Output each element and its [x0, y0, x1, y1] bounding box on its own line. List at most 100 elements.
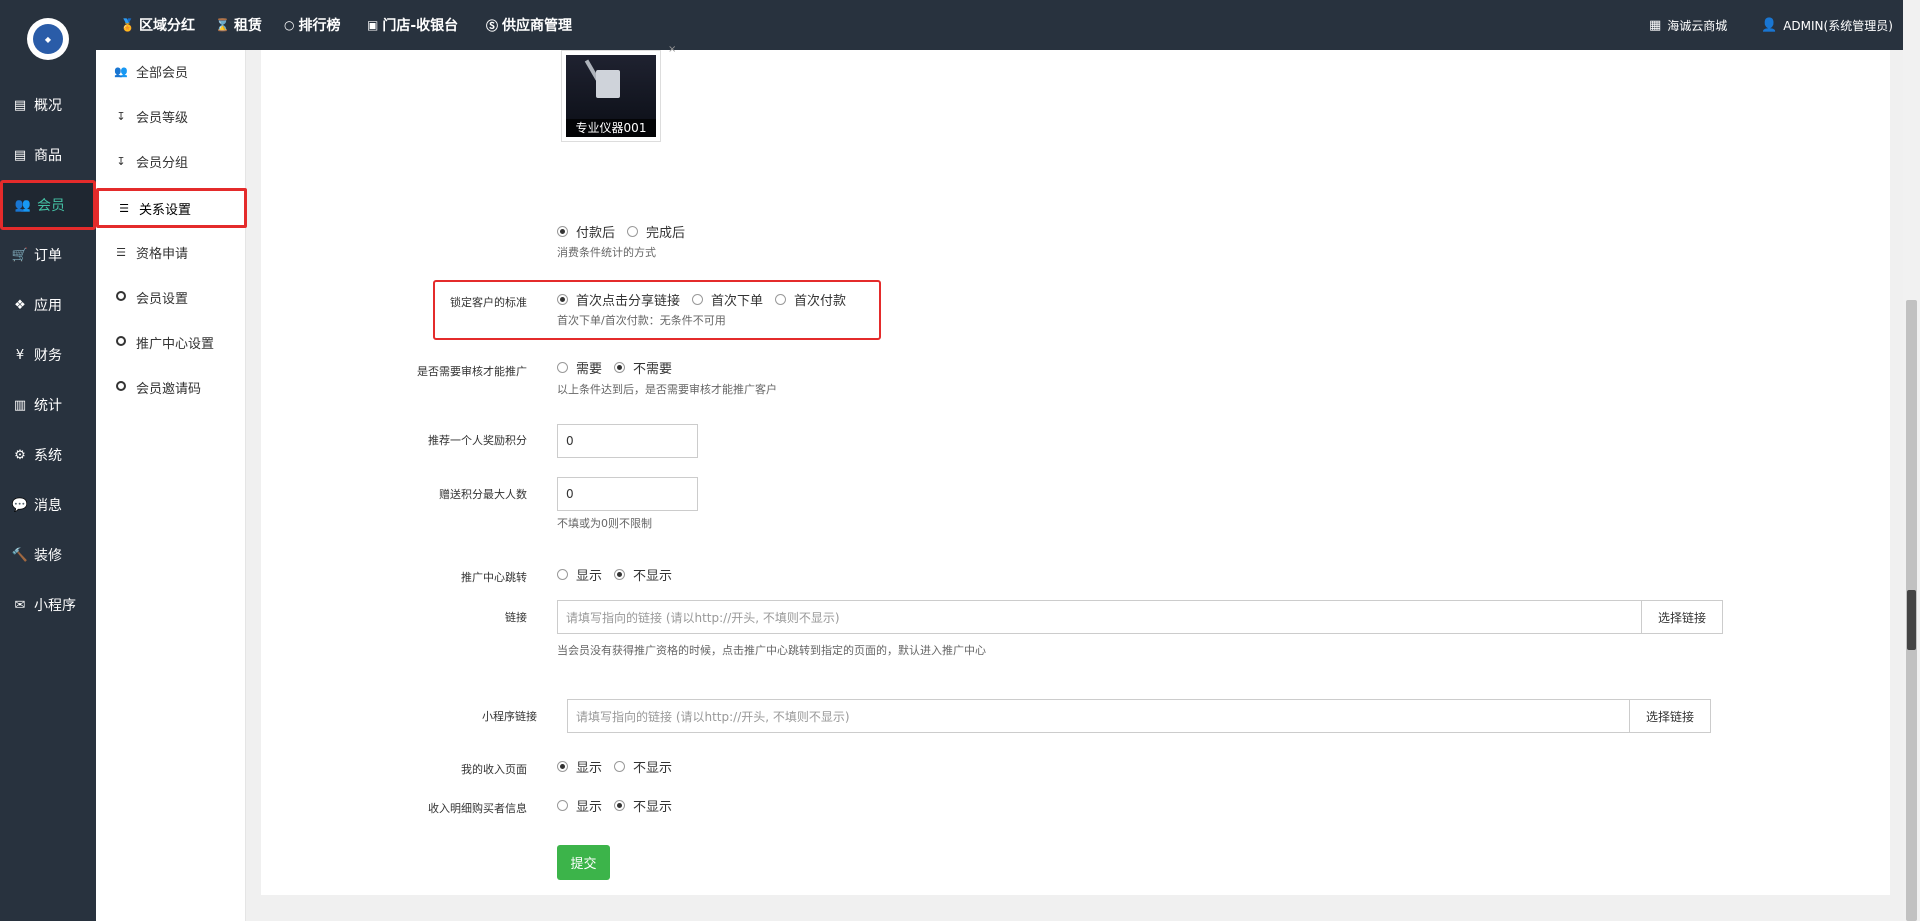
buyer-info-radios: 显示 不显示 [557, 796, 684, 815]
member-subnav: 👥 全部会员 ↧ 会员等级 ↧ 会员分组 ☰ 关系设置 ☰ 资格申请 会员设置 推广中心设… [96, 50, 247, 921]
medal-icon: 🏅 [120, 18, 135, 32]
link-input[interactable]: 请填写指向的链接 (请以http://开头, 不填则不显示) [557, 600, 1642, 634]
yen-icon: ¥ [15, 347, 25, 363]
radio-after-complete[interactable]: 完成后 [627, 222, 685, 241]
archive-icon: ▤ [13, 147, 27, 163]
top-header: 🏅 区域分红 ⌛ 租赁 ○ 排行榜 ▣ 门店-收银台 Ⓢ 供应商管理 ▦ 海诚云商城 👤 AD… [96, 0, 1920, 50]
subnav-all-members[interactable]: 👥 全部会员 [96, 51, 246, 91]
income-radios: 显示 不显示 [557, 757, 684, 776]
inbox-icon: ▤ [13, 97, 27, 113]
max-people-label: 赠送积分最大人数 [439, 488, 527, 501]
logo[interactable]: ◆ [27, 18, 69, 60]
buyer-info-label: 收入明细购买者信息 [428, 802, 527, 815]
radio-first-payment[interactable]: 首次付款 [775, 290, 846, 309]
radio-income-hide[interactable]: 不显示 [614, 757, 672, 776]
main-sidebar: ◆ ▤ 概况 ▤ 商品 👥 会员 🛒 订单 ❖ 应用 ¥ 财务 ▥ 统计 ⚙ 系统 💬 消息 🔨 装… [0, 0, 96, 921]
radio-first-order[interactable]: 首次下单 [692, 290, 763, 309]
dashboard-icon: ▦ [1649, 17, 1662, 33]
users-icon: 👥 [14, 197, 32, 213]
link-label: 链接 [505, 611, 527, 624]
cash-icon: ▣ [367, 18, 379, 32]
cubes-icon: ❖ [14, 297, 26, 313]
subnav-qualification-apply[interactable]: ☰ 资格申请 [96, 232, 246, 272]
consume-help: 消费条件统计的方式 [557, 246, 656, 259]
cogs-icon: ⚙ [14, 447, 26, 463]
user-icon: 👤 [1761, 17, 1778, 33]
remove-product-icon[interactable]: × [668, 44, 676, 55]
lock-standard-radios: 首次点击分享链接 首次下单 首次付款 [557, 290, 858, 309]
subnav-member-groups[interactable]: ↧ 会员分组 [96, 141, 246, 181]
top-link-region-dividend[interactable]: 🏅 区域分红 [120, 0, 195, 50]
radio-buyer-show[interactable]: 显示 [557, 796, 602, 815]
hourglass-icon: ⌛ [215, 18, 230, 32]
comment-icon: 💬 [11, 497, 29, 513]
mini-link-label: 小程序链接 [482, 710, 537, 723]
subnav-member-settings[interactable]: 会员设置 [96, 277, 246, 317]
sliders-icon: ☰ [116, 245, 126, 259]
nav-item-system[interactable]: ⚙ 系统 [0, 430, 96, 480]
choose-link-button[interactable]: 选择链接 [1641, 600, 1723, 634]
max-people-input[interactable]: 0 [557, 477, 698, 511]
radio-after-payment[interactable]: 付款后 [557, 222, 615, 241]
cart-icon: 🛒 [11, 247, 29, 263]
reward-points-input[interactable]: 0 [557, 424, 698, 458]
mini-choose-link-button[interactable]: 选择链接 [1629, 699, 1711, 733]
submit-button[interactable]: 提交 [557, 845, 610, 880]
jump-radios: 显示 不显示 [557, 565, 684, 584]
bar-chart-icon: ▥ [13, 397, 27, 413]
nav-item-goods[interactable]: ▤ 商品 [0, 130, 96, 180]
lock-standard-highlight [433, 280, 881, 340]
circle-icon [114, 380, 128, 394]
nav-item-orders[interactable]: 🛒 订单 [0, 230, 96, 280]
subnav-invite-code[interactable]: 会员邀请码 [96, 367, 246, 407]
users-icon: 👥 [114, 64, 128, 78]
nav-item-member[interactable]: 👥 会员 [0, 180, 96, 230]
sort-amount-icon: ↧ [116, 109, 126, 123]
jump-label: 推广中心跳转 [461, 571, 527, 584]
page-scrollbar[interactable] [1903, 0, 1920, 921]
subnav-relation-settings[interactable]: ☰ 关系设置 [96, 188, 247, 228]
shop-switch[interactable]: ▦ 海诚云商城 [1649, 0, 1727, 50]
nav-item-miniprogram[interactable]: ✉ 小程序 [0, 580, 96, 630]
mini-link-input[interactable]: 请填写指向的链接 (请以http://开头, 不填则不显示) [567, 699, 1630, 733]
circle-icon [114, 335, 128, 349]
nav-item-stats[interactable]: ▥ 统计 [0, 380, 96, 430]
circle-icon: ○ [284, 18, 295, 32]
top-link-store-cashier[interactable]: ▣ 门店-收银台 [367, 0, 458, 50]
radio-income-show[interactable]: 显示 [557, 757, 602, 776]
link-help: 当会员没有获得推广资格的时候，点击推广中心跳转到指定的页面的，默认进入推广中心 [557, 644, 986, 657]
product-caption: 专业仪器001 [566, 119, 656, 137]
top-link-ranking[interactable]: ○ 排行榜 [284, 0, 340, 50]
nav-item-apps[interactable]: ❖ 应用 [0, 280, 96, 330]
top-link-supplier[interactable]: Ⓢ 供应商管理 [486, 0, 572, 50]
subnav-member-levels[interactable]: ↧ 会员等级 [96, 96, 246, 136]
radio-jump-show[interactable]: 显示 [557, 565, 602, 584]
lock-standard-help: 首次下单/首次付款：无条件不可用 [557, 314, 726, 327]
subnav-promo-center-settings[interactable]: 推广中心设置 [96, 322, 246, 362]
reward-label: 推荐一个人奖励积分 [428, 434, 527, 447]
radio-audit-no[interactable]: 不需要 [614, 358, 672, 377]
income-label: 我的收入页面 [461, 763, 527, 776]
wechat-icon: ✉ [14, 597, 26, 613]
top-link-rental[interactable]: ⌛ 租赁 [215, 0, 262, 50]
audit-label: 是否需要审核才能推广 [417, 365, 527, 378]
audit-radios: 需要 不需要 [557, 358, 684, 377]
user-menu[interactable]: 👤 ADMIN(系统管理员) [1761, 0, 1893, 50]
audit-help: 以上条件达到后，是否需要审核才能推广客户 [557, 383, 777, 396]
product-thumbnail[interactable]: 专业仪器001 [561, 50, 661, 142]
gavel-icon: 🔨 [11, 547, 29, 563]
product-image: 专业仪器001 [566, 55, 656, 137]
nav-item-overview[interactable]: ▤ 概况 [0, 80, 96, 130]
circle-icon [114, 290, 128, 304]
radio-first-click-share[interactable]: 首次点击分享链接 [557, 290, 680, 309]
skype-icon: Ⓢ [486, 18, 499, 33]
nav-item-finance[interactable]: ¥ 财务 [0, 330, 96, 380]
logo-mark: ◆ [33, 24, 63, 54]
radio-audit-yes[interactable]: 需要 [557, 358, 602, 377]
radio-jump-hide[interactable]: 不显示 [614, 565, 672, 584]
max-people-help: 不填或为0则不限制 [557, 517, 652, 530]
scroll-handle[interactable] [1907, 590, 1916, 650]
radio-buyer-hide[interactable]: 不显示 [614, 796, 672, 815]
nav-item-decorate[interactable]: 🔨 装修 [0, 530, 96, 580]
nav-item-messages[interactable]: 💬 消息 [0, 480, 96, 530]
